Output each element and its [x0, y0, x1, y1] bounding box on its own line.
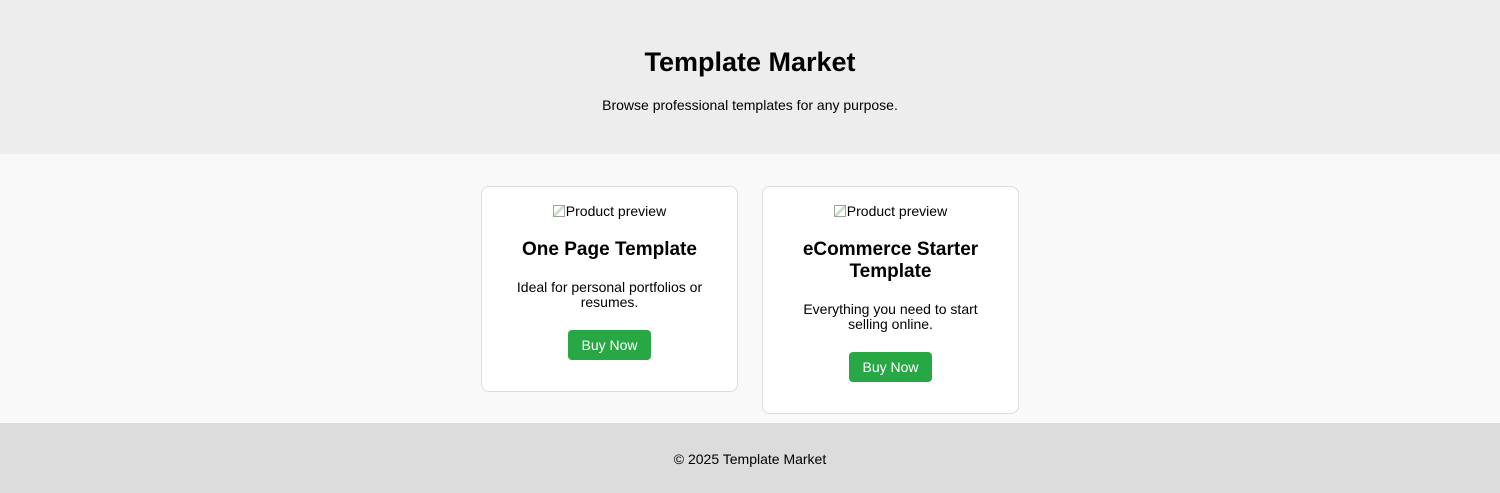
- product-preview-image: Product preview: [552, 203, 667, 219]
- product-card-ecommerce: Product preview eCommerce Starter Templa…: [762, 186, 1019, 414]
- broken-image-icon: [833, 205, 846, 217]
- page-title: Template Market: [644, 47, 856, 77]
- product-preview-alt: Product preview: [565, 203, 667, 219]
- site-header: Template Market Browse professional temp…: [0, 0, 1500, 154]
- product-description: Ideal for personal portfolios or resumes…: [516, 279, 703, 310]
- product-title: One Page Template: [522, 239, 697, 260]
- broken-image-icon: [552, 205, 565, 217]
- product-card-one-page: Product preview One Page Template Ideal …: [481, 186, 738, 392]
- product-preview-image: Product preview: [833, 203, 948, 219]
- site-footer: © 2025 Template Market: [0, 423, 1500, 493]
- product-grid: Product preview One Page Template Ideal …: [0, 154, 1500, 423]
- product-preview-alt: Product preview: [846, 203, 948, 219]
- buy-now-button[interactable]: Buy Now: [568, 330, 651, 360]
- buy-now-button[interactable]: Buy Now: [849, 352, 932, 382]
- product-description: Everything you need to start selling onl…: [803, 301, 978, 332]
- copyright-text: © 2025 Template Market: [673, 451, 827, 467]
- page-subtitle: Browse professional templates for any pu…: [602, 97, 898, 113]
- product-title: eCommerce Starter Template: [802, 239, 979, 282]
